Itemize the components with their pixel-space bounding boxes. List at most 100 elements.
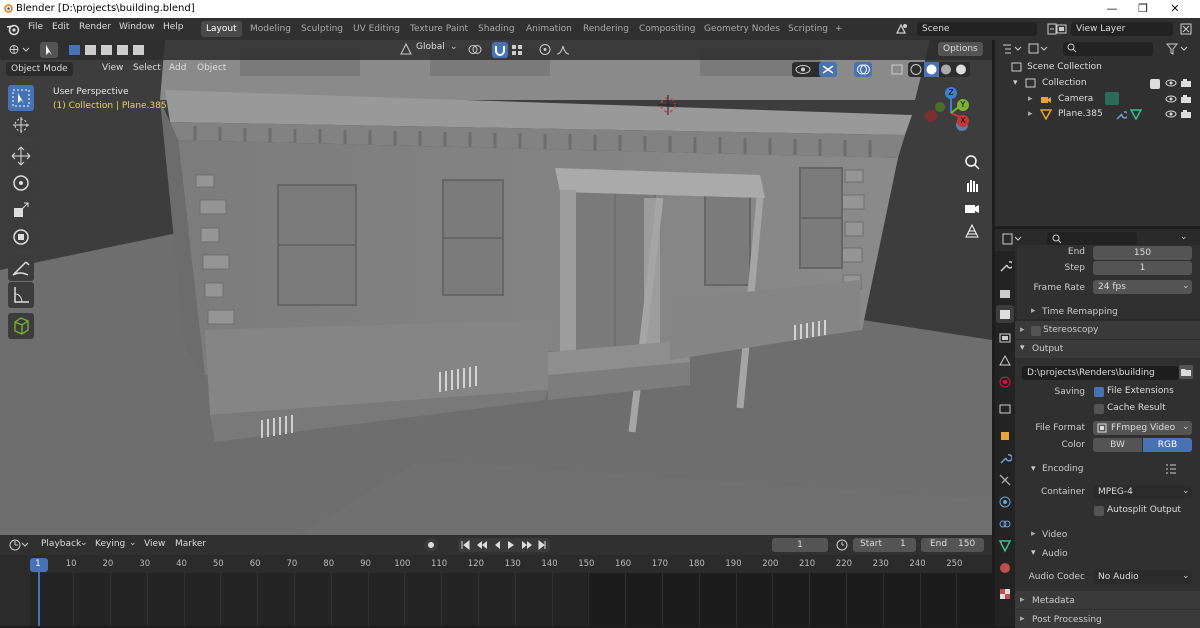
shading-mode-icons[interactable] [908, 62, 970, 77]
scene-name-field[interactable]: Scene [917, 22, 1037, 36]
blender-menu-icon[interactable] [6, 22, 20, 36]
cache-result-label[interactable]: Cache Result [1107, 403, 1166, 413]
properties-options-chevron-icon[interactable]: ⌄ [1180, 232, 1188, 242]
hand-pan-icon[interactable] [963, 176, 981, 194]
ortho-grid-icon[interactable] [963, 222, 981, 240]
modifiers-tab-icon[interactable] [998, 451, 1012, 465]
tab-uv-editing[interactable]: UV Editing [348, 21, 405, 37]
timeline-menu-view[interactable]: View [144, 539, 165, 549]
file-extensions-label[interactable]: File Extensions [1107, 386, 1174, 396]
properties-editor-icon[interactable] [1001, 232, 1023, 246]
select-mode-icons[interactable] [68, 43, 154, 57]
collection-tab-icon[interactable] [998, 402, 1012, 416]
outliner-item-plane[interactable]: Plane.385 [1058, 109, 1103, 119]
current-frame-field[interactable]: 1 [772, 538, 828, 552]
filter-icon[interactable] [1165, 42, 1189, 56]
viewport-menu-select[interactable]: Select [133, 63, 161, 73]
close-view-layer-icon[interactable] [1179, 22, 1193, 36]
preview-range-clock-icon[interactable] [836, 539, 848, 551]
frame-step-field[interactable]: 1 [1093, 261, 1192, 275]
expand-plane-icon[interactable]: ▸ [1028, 109, 1033, 119]
video-section[interactable]: Video [1042, 530, 1067, 540]
container-dropdown[interactable]: MPEG-4 [1093, 485, 1192, 499]
eye-icon[interactable] [1165, 109, 1177, 119]
tool-tab-icon[interactable] [998, 259, 1012, 273]
file-format-dropdown[interactable]: FFmpeg Video [1093, 421, 1192, 435]
frame-rate-dropdown[interactable]: 24 fps [1093, 280, 1192, 294]
measure-tool[interactable] [8, 282, 34, 308]
particles-tab-icon[interactable] [998, 473, 1012, 487]
expand-collection-icon[interactable]: ▾ [1013, 78, 1018, 88]
output-section[interactable]: Output [1032, 344, 1063, 354]
view-layer-icon[interactable] [1056, 22, 1068, 36]
expand-encoding-icon[interactable]: ▾ [1031, 464, 1036, 474]
tab-modeling[interactable]: Modeling [245, 21, 296, 37]
physics-tab-icon[interactable] [998, 495, 1012, 509]
tab-shading[interactable]: Shading [473, 21, 520, 37]
camera-data-icon[interactable] [1105, 92, 1119, 105]
tab-scripting[interactable]: Scripting [783, 21, 833, 37]
menu-render[interactable]: Render [79, 22, 111, 32]
tab-geometry-nodes[interactable]: Geometry Nodes [699, 21, 785, 37]
falloff-icon[interactable] [556, 43, 570, 56]
viewport-menu-object[interactable]: Object [197, 63, 226, 73]
menu-help[interactable]: Help [163, 22, 184, 32]
expand-time-remapping-icon[interactable]: ▸ [1031, 306, 1036, 316]
move-tool[interactable] [8, 143, 34, 169]
texture-tab-icon[interactable] [998, 587, 1012, 601]
expand-audio-icon[interactable]: ▾ [1031, 548, 1036, 558]
presets-list-icon[interactable] [1165, 463, 1177, 475]
data-tab-icon[interactable] [998, 539, 1012, 553]
select-box-tool[interactable] [8, 85, 34, 111]
timeline-menu-keying[interactable]: Keying [95, 539, 125, 549]
scene-tab-icon[interactable] [998, 353, 1012, 367]
cache-result-checkbox[interactable] [1094, 404, 1104, 414]
maximize-button[interactable]: ❐ [1128, 0, 1158, 18]
menu-window[interactable]: Window [119, 22, 155, 32]
add-workspace-button[interactable]: + [830, 21, 848, 37]
timeline-menu-playback[interactable]: Playback [41, 539, 81, 549]
viewport-menu-view[interactable]: View [102, 63, 123, 73]
outliner-scene-collection[interactable]: Scene Collection [1027, 62, 1102, 72]
mesh-data-icon[interactable] [1130, 109, 1142, 120]
folder-icon[interactable] [1179, 365, 1193, 379]
mode-dropdown[interactable]: Object Mode [6, 62, 73, 76]
transform-tool[interactable] [8, 224, 34, 250]
modifier-wrench-icon[interactable] [1115, 109, 1127, 120]
eye-icon[interactable] [1165, 94, 1177, 104]
viewport-menu-add[interactable]: Add [169, 63, 186, 73]
chevron-down-icon[interactable]: ⌄ [450, 42, 458, 52]
options-dropdown[interactable]: Options [938, 42, 983, 56]
record-icon[interactable] [424, 538, 438, 552]
material-tab-icon[interactable] [998, 561, 1012, 575]
playback-controls[interactable] [458, 538, 550, 552]
menu-edit[interactable]: Edit [52, 22, 69, 32]
autosplit-output-checkbox[interactable] [1094, 506, 1104, 516]
render-tab-icon[interactable] [998, 286, 1012, 300]
render-camera-icon[interactable] [1180, 109, 1192, 119]
outliner-item-collection[interactable]: Collection [1042, 78, 1087, 88]
minimize-button[interactable]: — [1097, 0, 1127, 18]
rotate-tool[interactable] [8, 170, 34, 196]
color-bw-button[interactable]: BW [1093, 438, 1142, 452]
expand-camera-icon[interactable]: ▸ [1028, 94, 1033, 104]
cursor-tool[interactable] [8, 112, 34, 138]
orientation-dropdown[interactable]: Global [416, 42, 445, 52]
audio-codec-dropdown[interactable]: No Audio [1093, 570, 1192, 584]
view-layer-field[interactable]: View Layer [1071, 22, 1173, 36]
display-mode-icon[interactable] [1027, 42, 1049, 56]
snap-target-icon[interactable] [510, 43, 532, 56]
scene-icon[interactable] [895, 22, 908, 35]
color-rgb-button[interactable]: RGB [1143, 438, 1192, 452]
proportional-editing-icon[interactable] [538, 43, 552, 56]
snap-icon[interactable] [492, 42, 508, 58]
expand-output-icon[interactable]: ▾ [1020, 343, 1025, 353]
timeline-editor-icon[interactable] [8, 538, 30, 552]
eye-icon[interactable] [1165, 78, 1177, 88]
menu-file[interactable]: File [28, 22, 43, 32]
output-path-field[interactable]: D:\projects\Renders\building [1022, 366, 1179, 380]
metadata-section[interactable]: Metadata [1032, 596, 1075, 606]
gizmo-y-axis[interactable]: Y [957, 99, 969, 111]
select-tool-mode-icon[interactable] [40, 42, 58, 58]
timeline-menu-marker[interactable]: Marker [175, 539, 206, 549]
